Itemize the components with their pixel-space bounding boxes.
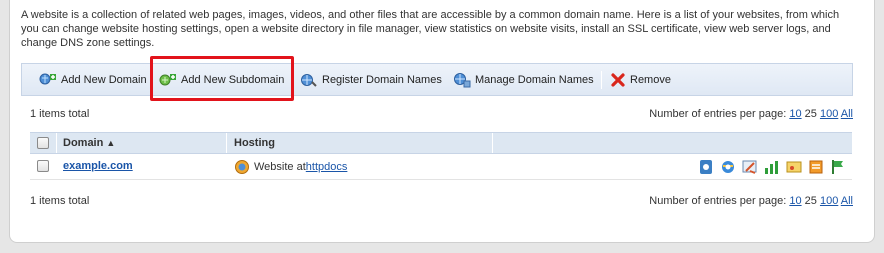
register-domains-icon [300, 72, 318, 88]
dns-flag-icon[interactable] [830, 159, 846, 175]
open-site-icon[interactable] [698, 159, 714, 175]
httpdocs-link[interactable]: httpdocs [306, 161, 348, 173]
select-all-checkbox[interactable] [37, 137, 49, 149]
per-page-25: 25 [804, 108, 817, 120]
statistics-icon[interactable] [764, 159, 780, 175]
per-page-100-link[interactable]: 100 [820, 108, 838, 120]
hosting-column-header: Hosting [234, 137, 275, 149]
per-page-all-link[interactable]: All [841, 195, 853, 207]
row-actions [698, 159, 846, 175]
per-page-label: Number of entries per page: [649, 108, 787, 120]
page-description: A website is a collection of related web… [21, 9, 840, 49]
sort-ascending-icon: ▲ [106, 138, 116, 148]
domains-table: Domain ▲ Hosting example.com Website at … [30, 132, 852, 180]
per-page-25: 25 [804, 195, 817, 207]
per-page-label: Number of entries per page: [649, 195, 787, 207]
manage-domains-label: Manage Domain Names [475, 73, 594, 86]
highlight-box [150, 56, 294, 101]
hosting-cell: Website at httpdocs [234, 159, 347, 175]
manage-domains-icon [453, 72, 471, 88]
logs-icon[interactable] [808, 159, 824, 175]
entries-per-page: Number of entries per page: 10 25 100 Al… [649, 108, 853, 120]
manage-domains-button[interactable]: Manage Domain Names [453, 64, 594, 95]
domain-header-label: Domain [63, 137, 104, 149]
register-domains-button[interactable]: Register Domain Names [300, 64, 442, 95]
per-page-10-link[interactable]: 10 [789, 108, 801, 120]
ssl-certificate-icon[interactable] [786, 159, 802, 175]
hosting-prefix: Website at [254, 161, 306, 173]
add-domain-button[interactable]: Add New Domain [39, 64, 147, 95]
table-header: Domain ▲ Hosting [30, 132, 852, 154]
table-row: example.com Website at httpdocs [30, 154, 852, 180]
per-page-10-link[interactable]: 10 [789, 195, 801, 207]
remove-icon [610, 72, 626, 88]
toolbar: Add New Domain Add New Subdomain Registe… [21, 63, 853, 96]
website-icon [234, 159, 250, 175]
settings-tools-icon[interactable] [742, 159, 758, 175]
per-page-all-link[interactable]: All [841, 108, 853, 120]
remove-label: Remove [630, 73, 671, 86]
add-domain-label: Add New Domain [61, 73, 147, 86]
add-domain-icon [39, 72, 57, 88]
ie-browser-icon[interactable] [720, 159, 736, 175]
toolbar-separator [601, 71, 602, 89]
items-total: 1 items total [30, 108, 90, 120]
header-divider [492, 133, 493, 153]
domain-column-header[interactable]: Domain ▲ [63, 133, 115, 153]
header-divider [56, 133, 57, 153]
register-domains-label: Register Domain Names [322, 73, 442, 86]
domain-link[interactable]: example.com [63, 160, 133, 172]
header-divider [226, 133, 227, 153]
remove-button[interactable]: Remove [610, 64, 671, 95]
row-checkbox[interactable] [37, 160, 49, 172]
per-page-100-link[interactable]: 100 [820, 195, 838, 207]
items-total-bottom: 1 items total [30, 195, 90, 207]
entries-per-page-bottom: Number of entries per page: 10 25 100 Al… [649, 195, 853, 207]
